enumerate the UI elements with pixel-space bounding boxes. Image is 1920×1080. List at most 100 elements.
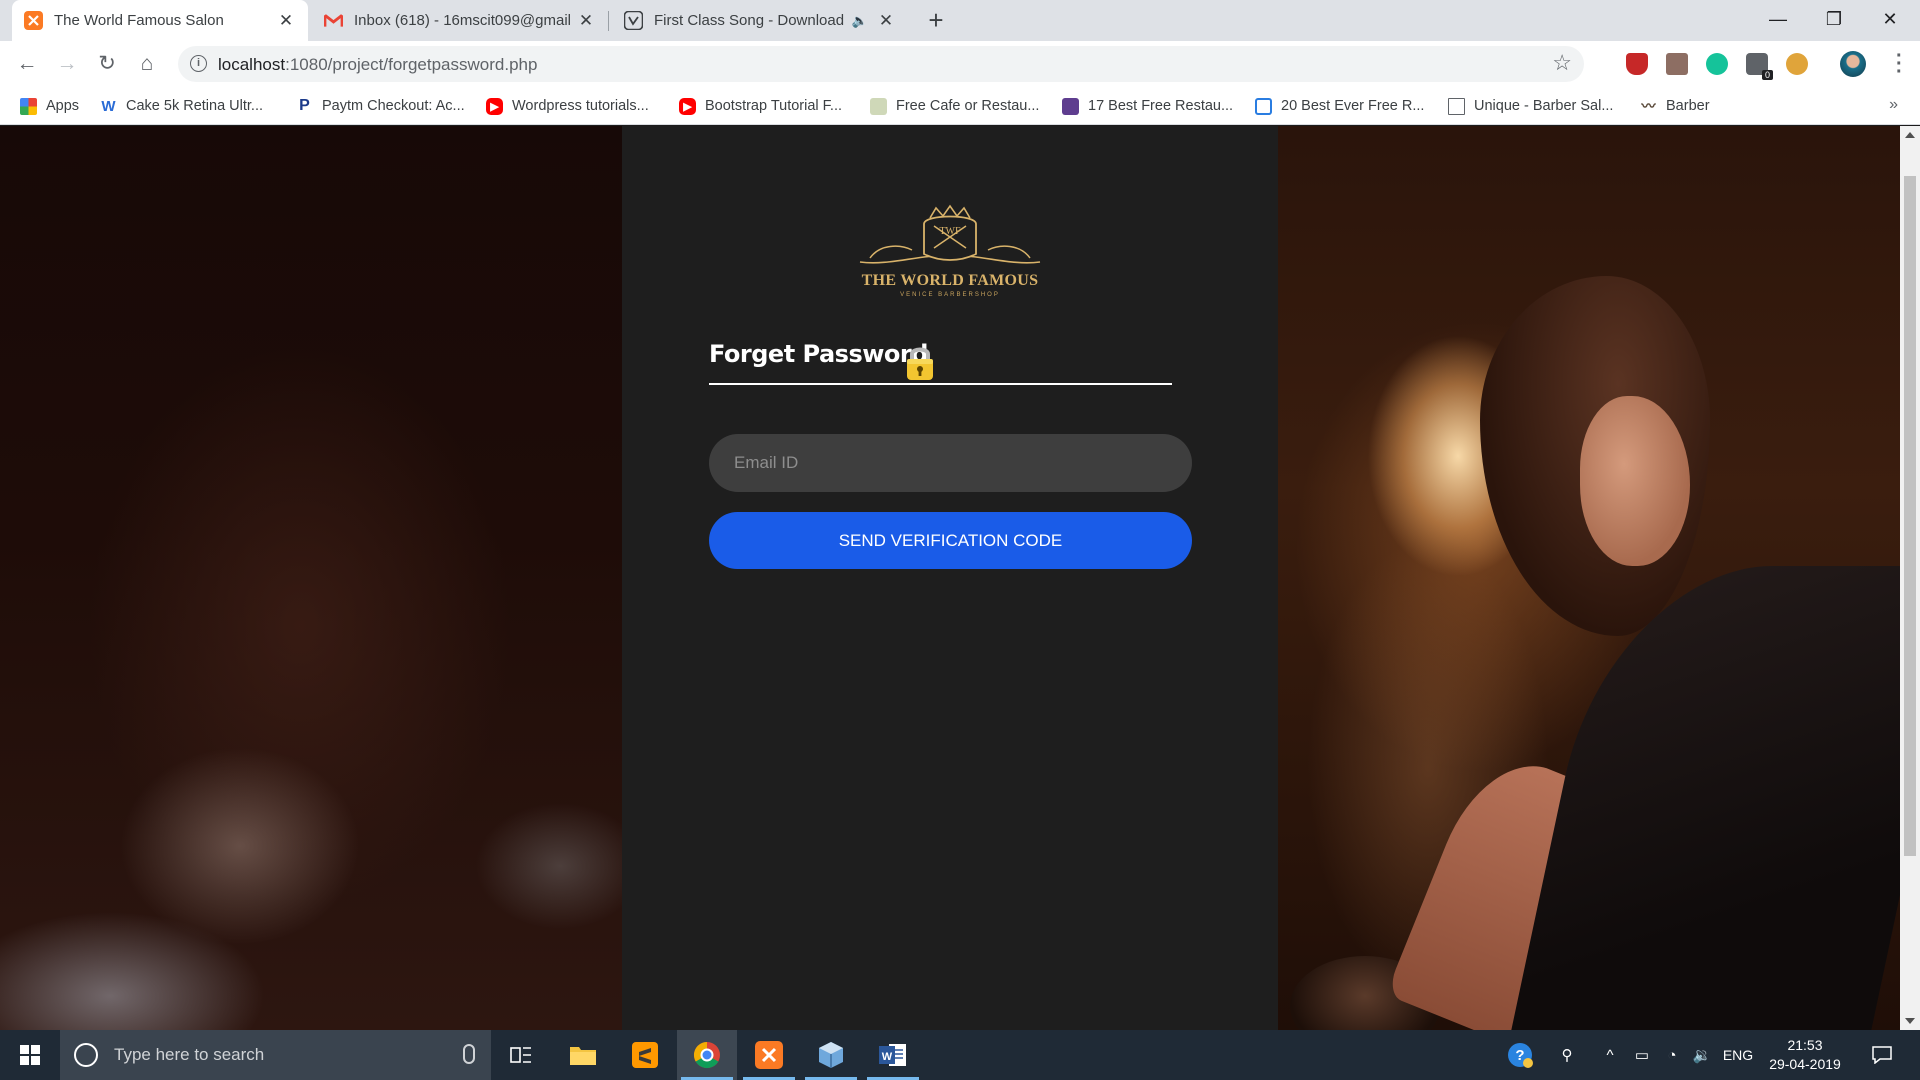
bookmark-label: Apps bbox=[46, 98, 80, 114]
forward-button[interactable]: → bbox=[54, 51, 80, 77]
bookmark-unique-barber[interactable]: Unique - Barber Sal... bbox=[1448, 95, 1613, 117]
salon-logo: TWF THE WORLD FAMOUS VENICE BARBERSHOP bbox=[850, 204, 1050, 304]
microphone-icon[interactable] bbox=[463, 1044, 475, 1064]
cookie-extension-icon[interactable] bbox=[1786, 53, 1808, 75]
vk-icon bbox=[624, 11, 643, 30]
grammarly-extension-icon[interactable] bbox=[1706, 53, 1728, 75]
home-button[interactable]: ⌂ bbox=[134, 51, 160, 77]
info-icon[interactable]: i bbox=[190, 55, 207, 72]
virtualbox-app[interactable] bbox=[801, 1030, 861, 1080]
reload-button[interactable]: ↻ bbox=[94, 51, 120, 77]
logo-brand-text: THE WORLD FAMOUS bbox=[861, 272, 1039, 289]
title-underline bbox=[709, 383, 1172, 385]
close-window-button[interactable]: ✕ bbox=[1862, 0, 1918, 40]
send-verification-code-button[interactable]: SEND VERIFICATION CODE bbox=[709, 512, 1192, 569]
bookmark-apps[interactable]: Apps bbox=[20, 95, 79, 117]
bookmark-label: Wordpress tutorials... bbox=[512, 98, 649, 114]
bookmark-star-icon[interactable]: ☆ bbox=[1552, 50, 1572, 76]
extension-with-badge-icon[interactable]: 0 bbox=[1746, 53, 1773, 80]
folder-icon bbox=[570, 1047, 596, 1065]
scroll-up-icon[interactable] bbox=[1905, 132, 1915, 138]
forget-password-panel: TWF THE WORLD FAMOUS VENICE BARBERSHOP F… bbox=[622, 126, 1278, 1030]
volume-icon[interactable]: 🔉 bbox=[1688, 1030, 1716, 1080]
bookmark-label: Free Cafe or Restau... bbox=[896, 98, 1040, 114]
bookmark-cake[interactable]: W Cake 5k Retina Ultr... bbox=[100, 95, 263, 117]
show-hidden-icons-icon[interactable]: ^ bbox=[1596, 1030, 1624, 1080]
new-tab-button[interactable]: + bbox=[922, 6, 950, 34]
eyedropper-extension-icon[interactable] bbox=[1666, 53, 1688, 75]
logo-subtitle: VENICE BARBERSHOP bbox=[900, 292, 1000, 298]
clock-date: 29-04-2019 bbox=[1769, 1056, 1841, 1072]
more-bookmarks-icon[interactable]: » bbox=[1889, 96, 1898, 114]
cortana-icon bbox=[74, 1043, 98, 1067]
w-logo-icon: W bbox=[100, 97, 117, 115]
file-explorer-app[interactable] bbox=[553, 1030, 613, 1080]
scrollbar-thumb[interactable] bbox=[1904, 176, 1916, 856]
chrome-menu-icon[interactable]: · · · bbox=[1896, 46, 1903, 82]
tab-gmail-inbox[interactable]: Inbox (618) - 16mscit099@gmail ✕ bbox=[312, 0, 609, 41]
document-icon bbox=[1448, 97, 1465, 115]
search-placeholder: Type here to search bbox=[114, 1045, 265, 1064]
page-viewport: TWF THE WORLD FAMOUS VENICE BARBERSHOP F… bbox=[0, 126, 1900, 1030]
action-center-icon[interactable] bbox=[1862, 1030, 1902, 1080]
paypal-icon: P bbox=[296, 97, 313, 115]
lock-icon bbox=[904, 344, 936, 382]
browser-toolbar: ← → ↻ ⌂ i localhost:1080/project/forgetp… bbox=[0, 41, 1920, 87]
page-title: Forget Password bbox=[709, 340, 928, 368]
word-app[interactable]: W bbox=[863, 1030, 923, 1080]
url-path: :1080/project/forgetpassword.php bbox=[285, 55, 538, 74]
cube-icon bbox=[819, 1042, 843, 1068]
restore-button[interactable]: ❐ bbox=[1806, 0, 1862, 40]
scroll-down-icon[interactable] bbox=[1905, 1018, 1915, 1024]
people-icon[interactable]: ⚲ bbox=[1552, 1030, 1582, 1080]
bookmark-bootstrap[interactable]: ▶ Bootstrap Tutorial F... bbox=[679, 95, 842, 117]
bookmark-free-cafe[interactable]: Free Cafe or Restau... bbox=[870, 95, 1039, 117]
bookmark-paytm[interactable]: P Paytm Checkout: Ac... bbox=[296, 95, 465, 117]
mustache-icon: 〰 bbox=[1641, 98, 1656, 114]
bookmark-wordpress[interactable]: ▶ Wordpress tutorials... bbox=[486, 95, 649, 117]
back-button[interactable]: ← bbox=[14, 51, 40, 77]
task-view-button[interactable] bbox=[491, 1030, 551, 1080]
extension-badge: 0 bbox=[1761, 70, 1773, 80]
address-bar[interactable]: i localhost:1080/project/forgetpassword.… bbox=[178, 46, 1584, 82]
bookmark-label: 17 Best Free Restau... bbox=[1088, 98, 1234, 114]
xampp-icon bbox=[24, 11, 43, 30]
bookmark-barber[interactable]: 〰 Barber bbox=[1640, 95, 1710, 117]
tab-title: The World Famous Salon bbox=[54, 12, 224, 29]
taskbar-search[interactable]: Type here to search bbox=[60, 1030, 491, 1080]
close-tab-icon[interactable]: ✕ bbox=[276, 11, 296, 31]
wifi-icon[interactable]: ◔ bbox=[1658, 1030, 1686, 1080]
chrome-app[interactable] bbox=[677, 1030, 737, 1080]
tab-title: Inbox (618) - 16mscit099@gmail bbox=[354, 12, 571, 29]
profile-avatar[interactable] bbox=[1840, 51, 1866, 77]
close-tab-icon[interactable]: ✕ bbox=[576, 11, 596, 31]
speaker-icon[interactable]: 🔈 bbox=[852, 13, 868, 29]
language-indicator[interactable]: ENG bbox=[1720, 1030, 1756, 1080]
email-field[interactable] bbox=[709, 434, 1192, 492]
windows-logo-icon bbox=[20, 1045, 40, 1065]
page-scrollbar[interactable] bbox=[1900, 126, 1920, 1030]
url-host: localhost bbox=[218, 55, 286, 74]
url-text[interactable]: localhost:1080/project/forgetpassword.ph… bbox=[218, 55, 537, 75]
youtube-icon: ▶ bbox=[679, 97, 696, 115]
colorlib-icon bbox=[1062, 97, 1079, 115]
windows-taskbar: Type here to search W ? ⚲ ^ ▭ ◔ 🔉 ENG 21… bbox=[0, 1030, 1920, 1080]
battery-icon[interactable]: ▭ bbox=[1628, 1030, 1656, 1080]
close-tab-icon[interactable]: ✕ bbox=[876, 11, 896, 31]
tab-first-class-song[interactable]: First Class Song - Download 🔈 ✕ bbox=[612, 0, 908, 41]
sublime-text-app[interactable] bbox=[615, 1030, 675, 1080]
minimize-button[interactable]: — bbox=[1750, 0, 1806, 40]
bookmark-17-best[interactable]: 17 Best Free Restau... bbox=[1062, 95, 1233, 117]
help-tray-icon[interactable]: ? bbox=[1500, 1030, 1540, 1080]
start-button[interactable] bbox=[0, 1030, 60, 1080]
bookmark-label: Paytm Checkout: Ac... bbox=[322, 98, 465, 114]
system-clock[interactable]: 21:53 29-04-2019 bbox=[1760, 1036, 1850, 1074]
xampp-app[interactable] bbox=[739, 1030, 799, 1080]
bookmark-label: Unique - Barber Sal... bbox=[1474, 98, 1614, 114]
sublime-icon bbox=[632, 1042, 658, 1068]
ublock-extension-icon[interactable] bbox=[1626, 53, 1648, 75]
page-thumb-icon bbox=[870, 97, 887, 115]
tab-world-famous-salon[interactable]: The World Famous Salon ✕ bbox=[12, 0, 308, 41]
bookmark-label: Bootstrap Tutorial F... bbox=[705, 98, 843, 114]
bookmark-20-best[interactable]: 20 Best Ever Free R... bbox=[1255, 95, 1424, 117]
